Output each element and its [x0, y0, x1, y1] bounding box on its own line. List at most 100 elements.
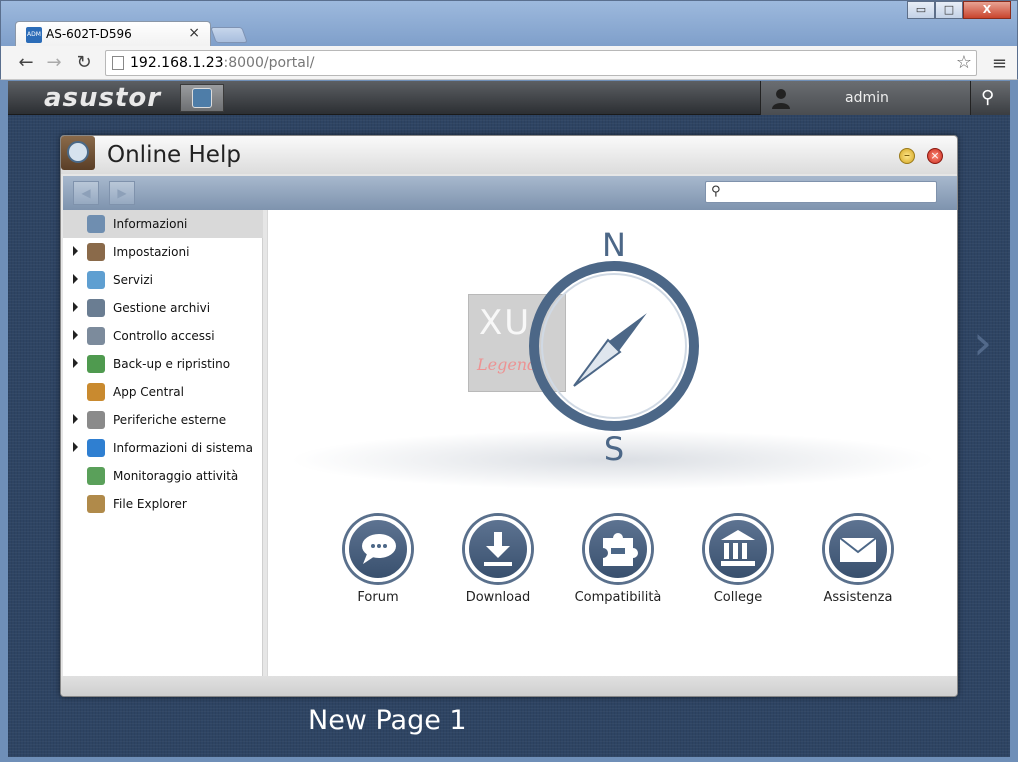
help-back-button[interactable]: ◀ — [73, 181, 99, 205]
online-help-icon — [61, 136, 95, 170]
browser-toolbar: ← → ↻ 192.168.1.23:8000/portal/ ☆ ≡ — [0, 46, 1018, 80]
college-label: College — [713, 590, 763, 605]
external-devices-icon — [87, 411, 105, 429]
sidebar-item[interactable]: Informazioni — [63, 210, 263, 238]
window-controls: ▭ □ X — [907, 1, 1011, 21]
sidebar-item-label: Back-up e ripristino — [113, 357, 231, 371]
window-title: Online Help — [107, 142, 241, 168]
sidebar-item[interactable]: Impostazioni — [63, 238, 263, 266]
sidebar-item-label: Servizi — [113, 273, 154, 287]
minimize-button[interactable]: ▭ — [907, 1, 935, 19]
services-icon — [87, 271, 105, 289]
expand-arrow-icon[interactable] — [73, 330, 78, 340]
window-titlebar[interactable]: Online Help – × — [61, 136, 957, 174]
sidebar-item[interactable]: App Central — [63, 378, 263, 406]
sidebar-item-label: App Central — [113, 385, 184, 399]
browser-menu-icon[interactable]: ≡ — [992, 53, 1007, 74]
forum-label: Forum — [357, 590, 399, 605]
download-icon — [465, 516, 531, 582]
username: admin — [845, 90, 889, 106]
user-menu[interactable]: admin — [760, 81, 970, 115]
sidebar-item[interactable]: Monitoraggio attività — [63, 462, 263, 490]
bookmark-star-icon[interactable]: ☆ — [956, 52, 972, 73]
asustor-logo: asustor — [44, 83, 162, 113]
settings-icon — [87, 243, 105, 261]
sidebar-item-label: Informazioni — [113, 217, 188, 231]
expand-arrow-icon[interactable] — [73, 414, 78, 424]
user-icon — [772, 89, 790, 109]
college-icon — [705, 516, 771, 582]
sidebar-item[interactable]: Servizi — [63, 266, 263, 294]
browser-tab[interactable]: ADM AS-602T-D596 × — [15, 21, 211, 47]
page-icon — [112, 56, 124, 70]
compass-north-label: N — [602, 226, 626, 264]
assistance-button[interactable]: Assistenza — [803, 516, 913, 605]
minimize-window-button[interactable]: – — [899, 148, 915, 164]
expand-arrow-icon[interactable] — [73, 442, 78, 452]
download-label: Download — [465, 590, 531, 605]
sidebar-item-label: Impostazioni — [113, 245, 190, 259]
sidebar-item[interactable]: Gestione archivi — [63, 294, 263, 322]
help-sidebar: Informazioni Impostazioni Servizi Gestione … — [63, 210, 263, 676]
help-toolbar: ◀ ▶ ⚲ — [63, 176, 957, 210]
tab-title: AS-602T-D596 — [46, 27, 132, 41]
sidebar-item-label: Monitoraggio attività — [113, 469, 239, 483]
next-page-arrow-icon[interactable]: › — [973, 315, 992, 371]
activity-monitor-icon — [87, 467, 105, 485]
url-text: 192.168.1.23:8000/portal/ — [130, 55, 315, 71]
compass-icon: N S — [529, 226, 699, 464]
expand-arrow-icon[interactable] — [73, 358, 78, 368]
tab-close-icon[interactable]: × — [188, 25, 200, 41]
system-info-icon — [87, 439, 105, 457]
sidebar-item-label: File Explorer — [113, 497, 187, 511]
help-forward-button[interactable]: ▶ — [109, 181, 135, 205]
adm-desktop: Online Help – × ◀ ▶ ⚲ Informazioni Impost… — [8, 115, 1010, 757]
close-window-button[interactable]: X — [963, 1, 1011, 19]
help-search-input[interactable] — [705, 181, 937, 203]
maximize-button[interactable]: □ — [935, 1, 963, 19]
back-icon[interactable]: ← — [15, 52, 37, 74]
mail-icon — [825, 516, 891, 582]
adm-favicon-icon: ADM — [26, 27, 42, 43]
expand-arrow-icon[interactable] — [73, 246, 78, 256]
forward-icon[interactable]: → — [43, 52, 65, 74]
access-icon — [87, 327, 105, 345]
adm-taskbar: asustor admin ⚲ — [8, 81, 1010, 115]
sidebar-item[interactable]: Informazioni di sistema — [63, 434, 263, 462]
taskbar-search-button[interactable]: ⚲ — [970, 81, 1010, 115]
file-explorer-icon — [87, 495, 105, 513]
sidebar-item[interactable]: Controllo accessi — [63, 322, 263, 350]
sidebar-item[interactable]: File Explorer — [63, 490, 263, 518]
compatibility-button[interactable]: Compatibilità — [563, 516, 673, 605]
window-statusbar — [61, 676, 957, 696]
sidebar-item-label: Periferiche esterne — [113, 413, 227, 427]
new-tab-button[interactable] — [210, 27, 248, 43]
assistance-label: Assistenza — [823, 590, 893, 605]
college-button[interactable]: College — [683, 516, 793, 605]
sidebar-item-label: Gestione archivi — [113, 301, 211, 315]
sidebar-item[interactable]: Back-up e ripristino — [63, 350, 263, 378]
compass-south-label: S — [604, 430, 624, 464]
address-bar[interactable]: 192.168.1.23:8000/portal/ ☆ — [105, 50, 977, 76]
expand-arrow-icon[interactable] — [73, 274, 78, 284]
expand-arrow-icon[interactable] — [73, 302, 78, 312]
open-app-button[interactable] — [180, 84, 224, 112]
desktop-page-label: New Page 1 — [308, 705, 467, 736]
close-window-button[interactable]: × — [927, 148, 943, 164]
sidebar-item-label: Informazioni di sistema — [113, 441, 253, 455]
backup-icon — [87, 355, 105, 373]
forum-button[interactable]: Forum — [323, 516, 433, 605]
online-help-window: Online Help – × ◀ ▶ ⚲ Informazioni Impost… — [60, 135, 958, 697]
compass-icon — [87, 215, 105, 233]
reload-icon[interactable]: ↻ — [73, 52, 95, 74]
online-help-app-icon — [192, 88, 212, 108]
compatibility-icon — [585, 516, 651, 582]
compatibility-label: Compatibilità — [574, 590, 662, 605]
sidebar-item[interactable]: Periferiche esterne — [63, 406, 263, 434]
sidebar-item-label: Controllo accessi — [113, 329, 215, 343]
search-icon: ⚲ — [711, 184, 721, 199]
app-central-icon — [87, 383, 105, 401]
search-icon: ⚲ — [981, 87, 995, 108]
help-content: XU Legend N S Forum Download Compatibili… — [267, 210, 957, 676]
download-button[interactable]: Download — [443, 516, 553, 605]
